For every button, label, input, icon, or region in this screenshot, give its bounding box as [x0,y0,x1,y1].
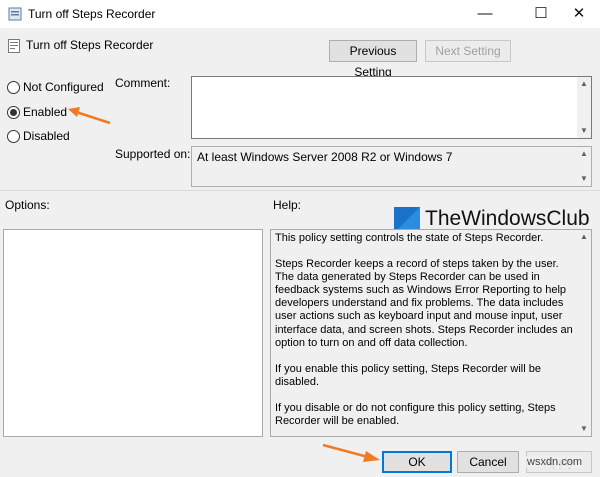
annotation-arrow-enabled [68,107,111,125]
scroll-down-icon[interactable]: ▼ [577,172,591,186]
minimize-button[interactable]: — [462,0,508,28]
policy-setting-icon [8,39,20,53]
ok-button[interactable]: OK [382,451,452,473]
watermark-site-text: wsxdn.com [526,456,584,468]
options-label: Options: [5,198,50,212]
radio-circle[interactable] [7,106,20,119]
help-paragraph: This policy setting controls the state o… [275,232,544,244]
help-paragraph: Steps Recorder keeps a record of steps t… [275,258,573,349]
options-panel [3,229,263,437]
help-scrollbar[interactable]: ▲ ▼ [577,230,591,436]
comment-scrollbar[interactable]: ▲ ▼ [577,77,591,138]
close-button[interactable]: ✕ [556,0,600,28]
scroll-up-icon[interactable]: ▲ [577,230,591,244]
supported-on-label: Supported on: [115,147,191,161]
supported-on-field: At least Windows Server 2008 R2 or Windo… [191,146,592,187]
radio-label: Enabled [23,105,68,119]
scroll-down-icon[interactable]: ▼ [577,422,591,436]
supported-on-value: At least Windows Server 2008 R2 or Windo… [197,150,453,164]
window-title: Turn off Steps Recorder [28,7,156,21]
title-bar: Turn off Steps Recorder — ☐ ✕ [0,0,600,28]
supported-scrollbar[interactable]: ▲ ▼ [577,147,591,186]
scroll-up-icon[interactable]: ▲ [577,77,591,91]
scroll-down-icon[interactable]: ▼ [577,124,591,138]
radio-circle[interactable] [7,81,20,94]
comment-textarea[interactable]: ▲ ▼ [191,76,592,139]
previous-setting-button[interactable]: Previous Setting [329,40,417,79]
section-divider [0,190,600,191]
help-label: Help: [273,198,302,212]
radio-circle[interactable] [7,130,20,143]
next-setting-button[interactable]: Next Setting [425,40,511,62]
policy-window-icon [8,7,22,21]
cancel-button[interactable]: Cancel [457,451,519,473]
radio-selected-dot [10,109,17,116]
help-panel: This policy setting controls the state o… [270,229,592,437]
radio-label: Disabled [23,129,70,143]
radio-label: Not Configured [23,80,104,94]
help-paragraph: If you disable or do not configure this … [275,401,556,428]
annotation-arrow-ok [322,443,380,462]
scroll-up-icon[interactable]: ▲ [577,147,591,161]
comment-label: Comment: [115,76,171,90]
policy-name: Turn off Steps Recorder [26,38,154,52]
help-paragraph: If you enable this policy setting, Steps… [275,362,541,388]
help-text: This policy setting controls the state o… [275,232,573,441]
